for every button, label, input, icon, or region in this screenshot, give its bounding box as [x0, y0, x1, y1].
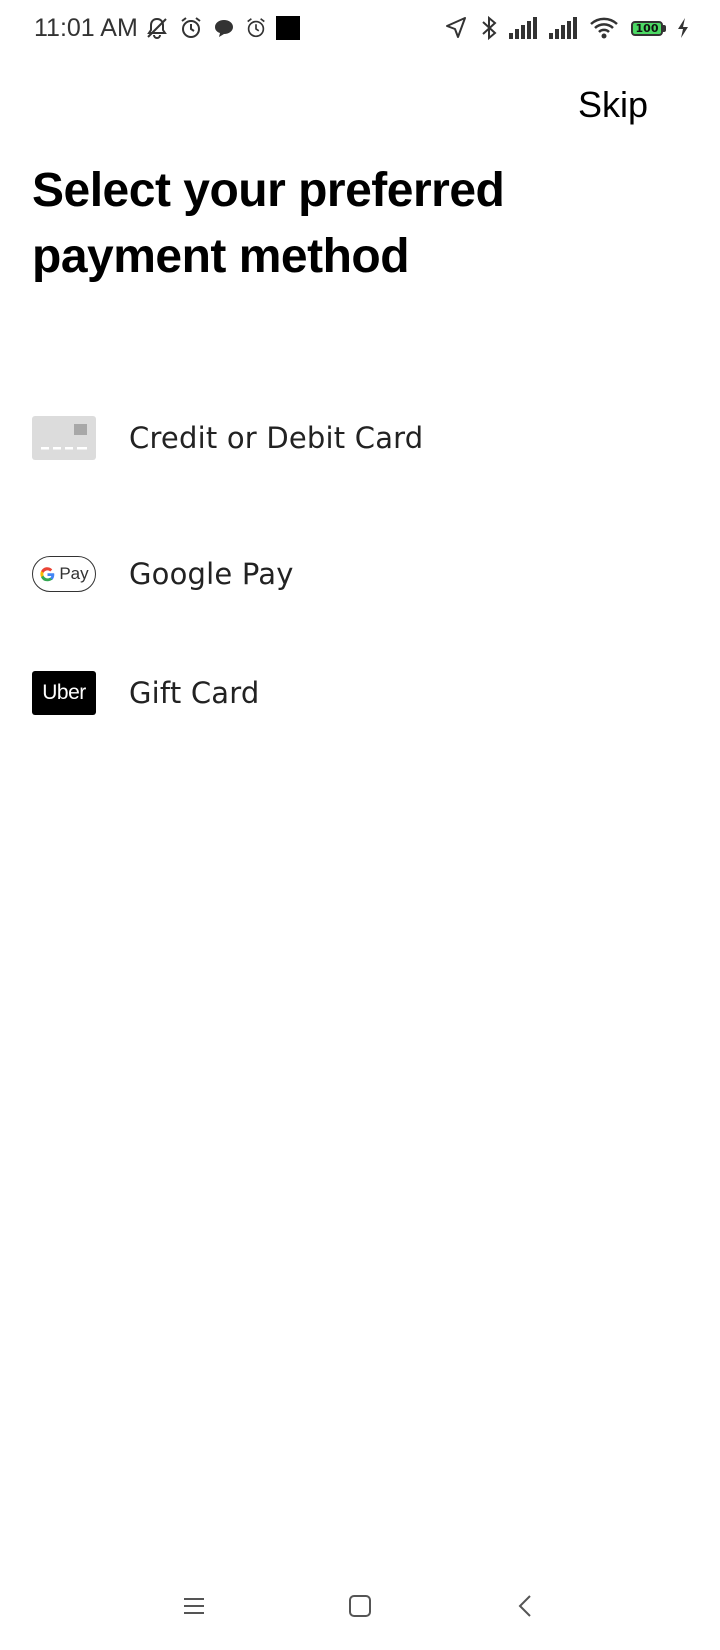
payment-option-google-pay[interactable]: Pay Google Pay — [0, 529, 720, 619]
uber-icon-text: Uber — [42, 681, 86, 704]
status-bar-left: 11:01 AM — [34, 14, 308, 43]
credit-card-icon — [32, 416, 96, 460]
signal-icon — [509, 17, 539, 39]
black-square-icon — [275, 16, 300, 40]
uber-icon: Uber — [32, 671, 96, 715]
payment-option-label: Gift Card — [129, 676, 260, 710]
payment-option-label: Google Pay — [129, 557, 294, 591]
google-pay-icon-text: Pay — [59, 564, 89, 583]
status-time: 11:01 AM — [34, 13, 138, 42]
alarm-icon — [178, 15, 204, 41]
battery-level: 100 — [631, 20, 663, 36]
wifi-icon — [589, 16, 619, 40]
muted-notifications-icon — [144, 15, 170, 41]
bluetooth-icon — [479, 15, 499, 41]
signal-icon — [549, 17, 579, 39]
menu-icon[interactable] — [174, 1586, 214, 1626]
alarm-icon — [244, 16, 268, 40]
system-nav-bar — [0, 1560, 720, 1650]
payment-option-credit-card[interactable]: Credit or Debit Card — [0, 393, 720, 483]
page-title: Select your preferred payment method — [32, 164, 505, 283]
skip-button[interactable]: Skip — [570, 80, 656, 130]
back-icon[interactable] — [505, 1586, 545, 1626]
battery-tip — [663, 24, 666, 32]
chat-bubble-icon — [212, 16, 236, 40]
payment-option-gift-card[interactable]: Uber Gift Card — [0, 648, 720, 738]
status-bar: 11:01 AM 100 — [0, 0, 720, 56]
charging-icon — [676, 17, 690, 39]
home-icon[interactable] — [340, 1586, 380, 1626]
payment-option-label: Credit or Debit Card — [129, 421, 424, 455]
google-pay-icon: Pay — [32, 556, 96, 592]
status-bar-right: 100 — [433, 15, 690, 41]
battery-icon: 100 — [631, 20, 666, 36]
location-arrow-icon — [443, 15, 469, 41]
